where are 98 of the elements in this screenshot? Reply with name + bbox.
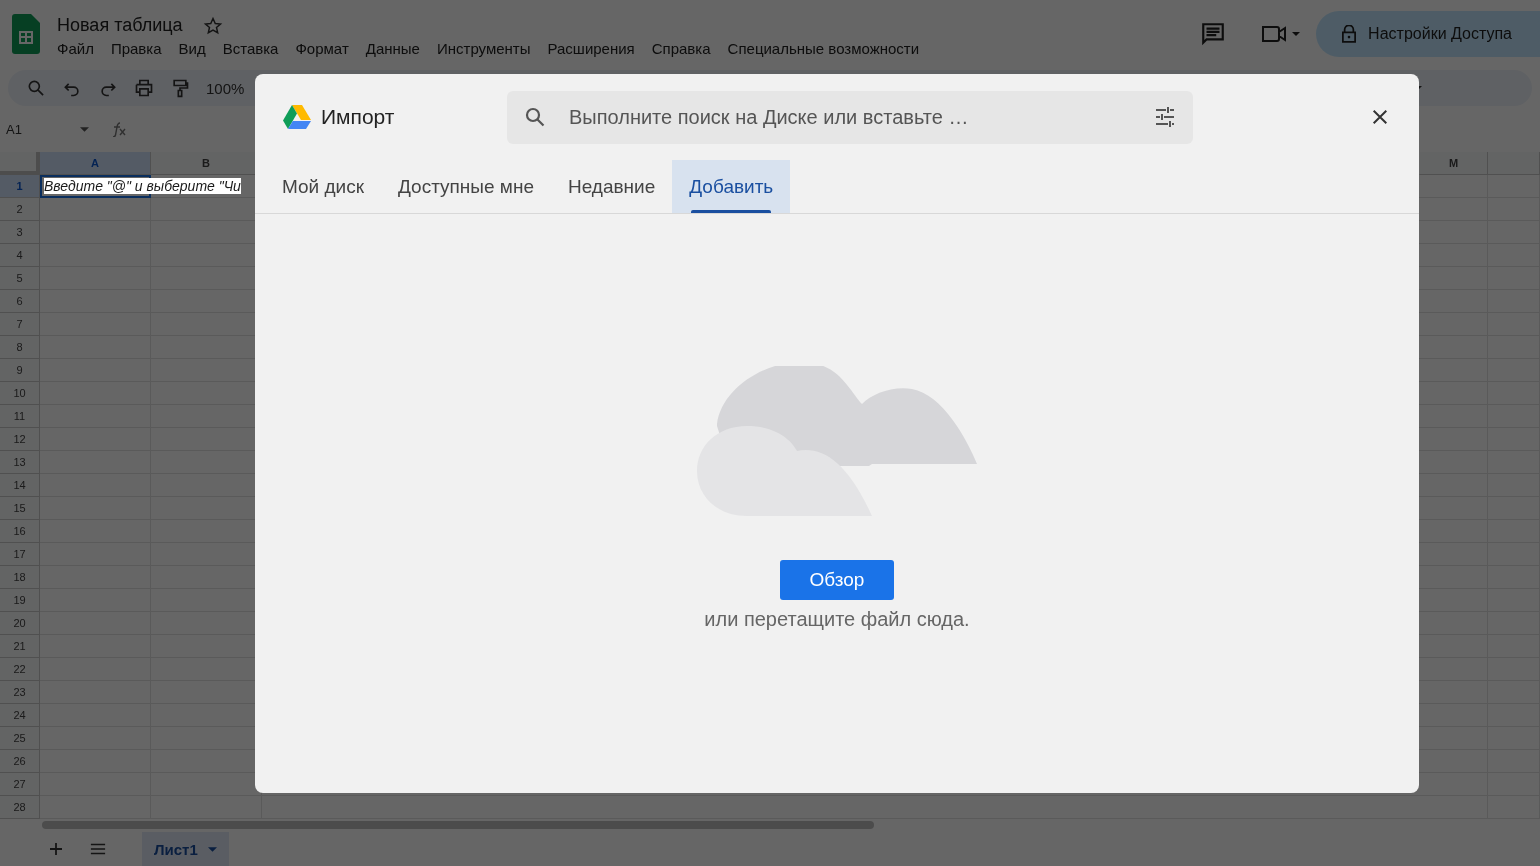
table-cell — [1420, 566, 1488, 589]
table-cell — [1420, 313, 1488, 336]
row-header[interactable]: 4 — [0, 244, 40, 267]
table-cell — [1420, 589, 1488, 612]
row-header[interactable]: 24 — [0, 704, 40, 727]
row-header[interactable]: 1 — [0, 175, 40, 198]
add-sheet-icon[interactable] — [48, 841, 64, 857]
table-cell — [1420, 474, 1488, 497]
table-cell — [1420, 382, 1488, 405]
row-header[interactable]: 11 — [0, 405, 40, 428]
table-cell — [1420, 681, 1488, 704]
menu-item[interactable]: Расширения — [547, 40, 635, 57]
row-header[interactable]: 27 — [0, 773, 40, 796]
table-cell — [1420, 451, 1488, 474]
table-cell — [1420, 658, 1488, 681]
row-header[interactable]: 3 — [0, 221, 40, 244]
close-icon[interactable] — [1371, 108, 1389, 126]
row-header[interactable]: 28 — [0, 796, 40, 819]
row-header[interactable]: 25 — [0, 727, 40, 750]
table-cell — [1420, 198, 1488, 221]
row-header[interactable]: 13 — [0, 451, 40, 474]
menu-item[interactable]: Вставка — [222, 40, 279, 57]
search-icon — [523, 105, 547, 129]
table-cell — [1420, 520, 1488, 543]
row-header[interactable]: 2 — [0, 198, 40, 221]
cell-hint-text: Введите "@" и выберите "Чи — [44, 178, 241, 194]
search-bar[interactable]: Выполните поиск на Диске или вставьте … — [507, 90, 1193, 144]
horizontal-scrollbar[interactable] — [42, 821, 874, 829]
drop-hint-text: или перетащите файл сюда. — [704, 608, 970, 631]
menu-item[interactable]: Вид — [178, 40, 206, 57]
star-icon[interactable] — [202, 15, 223, 36]
formula-icon — [111, 121, 127, 137]
share-button[interactable]: Настройки Доступа — [1316, 11, 1540, 57]
sheet-tab[interactable]: Лист1 — [142, 832, 229, 866]
menu-item[interactable]: Файл — [57, 40, 94, 57]
dialog-tab[interactable]: Недавние — [551, 160, 673, 213]
caret-icon — [207, 846, 217, 852]
table-cell — [1420, 359, 1488, 382]
search-icon[interactable] — [26, 78, 46, 98]
row-header[interactable]: 17 — [0, 543, 40, 566]
menu-item[interactable]: Правка — [110, 40, 162, 57]
table-cell — [1420, 267, 1488, 290]
drive-logo-icon — [283, 105, 311, 129]
menu-item[interactable]: Формат — [295, 40, 349, 57]
row-header[interactable]: 9 — [0, 359, 40, 382]
lock-icon — [1342, 25, 1357, 43]
print-icon[interactable] — [134, 78, 154, 98]
row-header[interactable]: 26 — [0, 750, 40, 773]
search-input[interactable]: Выполните поиск на Диске или вставьте … — [567, 104, 1133, 130]
row-header[interactable]: 7 — [0, 313, 40, 336]
row-header[interactable]: 22 — [0, 658, 40, 681]
zoom-level[interactable]: 100% — [206, 79, 245, 97]
row-header[interactable]: 21 — [0, 635, 40, 658]
dialog-tab[interactable]: Доступные мне — [381, 160, 551, 213]
filter-settings-icon[interactable] — [1153, 105, 1177, 129]
menu-item[interactable]: Специальные возможности — [727, 40, 920, 57]
table-cell — [1420, 497, 1488, 520]
table-cell — [1420, 727, 1488, 750]
table-cell — [1420, 244, 1488, 267]
column-header[interactable]: M — [1420, 152, 1488, 175]
menu-item[interactable]: Инструменты — [436, 40, 531, 57]
table-cell — [1420, 704, 1488, 727]
row-header[interactable]: 10 — [0, 382, 40, 405]
dialog-tab[interactable]: Мой диск — [265, 160, 381, 213]
table-cell — [1420, 635, 1488, 658]
menu-item[interactable]: Справка — [651, 40, 711, 57]
menu-icon[interactable] — [90, 841, 106, 857]
row-header[interactable]: 23 — [0, 681, 40, 704]
browse-button[interactable]: Обзор — [780, 560, 894, 600]
document-title[interactable]: Новая таблица — [57, 15, 183, 36]
table-cell — [1420, 290, 1488, 313]
caret-icon[interactable] — [80, 126, 89, 132]
row-header[interactable]: 14 — [0, 474, 40, 497]
paint-format-icon[interactable] — [170, 78, 190, 98]
dialog-title: Импорт — [321, 105, 396, 129]
sheets-logo-icon[interactable] — [12, 14, 40, 54]
row-header[interactable]: 20 — [0, 612, 40, 635]
row-header[interactable]: 12 — [0, 428, 40, 451]
table-cell — [1420, 543, 1488, 566]
table-cell — [1420, 428, 1488, 451]
table-cell — [1420, 405, 1488, 428]
table-cell — [1420, 612, 1488, 635]
table-cell — [1420, 221, 1488, 244]
comment-icon[interactable] — [1200, 21, 1227, 47]
row-header[interactable]: 19 — [0, 589, 40, 612]
row-header[interactable]: 6 — [0, 290, 40, 313]
row-header[interactable]: 18 — [0, 566, 40, 589]
table-cell — [1420, 175, 1488, 198]
column-header[interactable]: A — [40, 152, 151, 175]
row-header[interactable]: 5 — [0, 267, 40, 290]
row-header[interactable]: 15 — [0, 497, 40, 520]
row-header[interactable]: 8 — [0, 336, 40, 359]
menu-item[interactable]: Данные — [365, 40, 420, 57]
row-header[interactable]: 16 — [0, 520, 40, 543]
table-cell — [1420, 750, 1488, 773]
cell-reference[interactable]: A1 — [6, 121, 80, 137]
table-cell — [1420, 336, 1488, 359]
dialog-tab[interactable]: Добавить — [672, 160, 791, 213]
